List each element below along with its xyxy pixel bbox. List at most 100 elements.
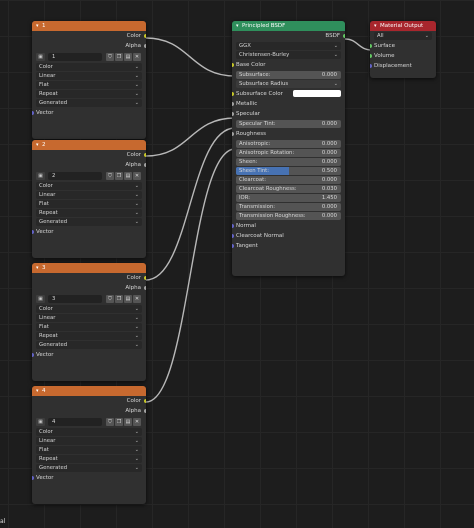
ior-field[interactable]: IOR: 1.450 <box>236 194 341 202</box>
color-swatch[interactable] <box>293 90 341 97</box>
principled-bsdf-node[interactable]: ▾ Principled BSDF BSDF GGX ⌄ Christensen-B… <box>232 21 345 276</box>
source-select[interactable]: Generated ⌄ <box>36 464 142 472</box>
anisotropic-field[interactable]: Anisotropic: 0.000 <box>236 140 341 148</box>
image-name-field[interactable]: 2 <box>48 172 102 180</box>
image-texture-node-2[interactable]: ▾ 2 Color Alpha ▣ 2 ⛉ ❐ ▤ ✕ Color ⌄ Linear… <box>32 140 146 258</box>
interpolation-select[interactable]: Linear ⌄ <box>36 191 142 199</box>
image-texture-node-1[interactable]: ▾ 1 Color Alpha ▣ 1 ⛉ ❐ ▤ ✕ Color ⌄ Linear… <box>32 21 146 139</box>
unlink-icon[interactable]: ✕ <box>133 172 141 180</box>
socket-icon[interactable] <box>32 111 34 115</box>
anisotropic-rotation-field[interactable]: Anisotropic Rotation: 0.000 <box>236 149 341 157</box>
projection-select[interactable]: Flat ⌄ <box>36 446 142 454</box>
new-image-icon[interactable]: ❐ <box>115 295 123 303</box>
socket-icon[interactable] <box>370 54 372 58</box>
open-folder-icon[interactable]: ▤ <box>124 418 132 426</box>
socket-icon[interactable] <box>370 44 372 48</box>
target-select[interactable]: All ⌄ <box>374 32 432 40</box>
color-space-select[interactable]: Color ⌄ <box>36 63 142 71</box>
extension-select[interactable]: Repeat ⌄ <box>36 90 142 98</box>
extension-select[interactable]: Repeat ⌄ <box>36 332 142 340</box>
socket-icon[interactable] <box>370 64 372 68</box>
image-name-field[interactable]: 4 <box>48 418 102 426</box>
image-selector[interactable]: ▣ 3 ⛉ ❐ ▤ ✕ <box>36 294 142 304</box>
socket-icon[interactable] <box>144 44 146 48</box>
socket-icon[interactable] <box>144 276 146 280</box>
open-folder-icon[interactable]: ▤ <box>124 53 132 61</box>
interpolation-select[interactable]: Linear ⌄ <box>36 72 142 80</box>
node-header[interactable]: ▾ 3 <box>32 263 146 273</box>
new-image-icon[interactable]: ❐ <box>115 172 123 180</box>
socket-icon[interactable] <box>232 63 234 67</box>
color-space-select[interactable]: Color ⌄ <box>36 305 142 313</box>
subsurface-field[interactable]: Subsurface: 0.000 <box>236 71 341 79</box>
clearcoat-field[interactable]: Clearcoat: 0.000 <box>236 176 341 184</box>
material-output-node[interactable]: ▾ Material Output All ⌄ Surface Volume Dis… <box>370 21 436 78</box>
source-select[interactable]: Generated ⌄ <box>36 341 142 349</box>
subsurface-radius-select[interactable]: Subsurface Radius ⌄ <box>236 80 341 88</box>
image-texture-node-3[interactable]: ▾ 3 Color Alpha ▣ 3 ⛉ ❐ ▤ ✕ Color ⌄ Linear… <box>32 263 146 381</box>
unlink-icon[interactable]: ✕ <box>133 295 141 303</box>
transmission-roughness-field[interactable]: Transmission Roughness: 0.000 <box>236 212 341 220</box>
projection-select[interactable]: Flat ⌄ <box>36 81 142 89</box>
socket-icon[interactable] <box>232 112 234 116</box>
image-browse-icon[interactable]: ▣ <box>36 53 45 61</box>
unlink-icon[interactable]: ✕ <box>133 418 141 426</box>
distribution-select[interactable]: GGX ⌄ <box>236 42 341 50</box>
socket-icon[interactable] <box>144 399 146 403</box>
subsurface-method-select[interactable]: Christensen-Burley ⌄ <box>236 51 341 59</box>
socket-icon[interactable] <box>144 153 146 157</box>
specular-tint-field[interactable]: Specular Tint: 0.000 <box>236 120 341 128</box>
sheen-field[interactable]: Sheen: 0.000 <box>236 158 341 166</box>
node-header[interactable]: ▾ 1 <box>32 21 146 31</box>
fake-user-icon[interactable]: ⛉ <box>106 53 114 61</box>
image-texture-node-4[interactable]: ▾ 4 Color Alpha ▣ 4 ⛉ ❐ ▤ ✕ Color ⌄ Linear… <box>32 386 146 504</box>
source-select[interactable]: Generated ⌄ <box>36 99 142 107</box>
open-folder-icon[interactable]: ▤ <box>124 295 132 303</box>
interpolation-select[interactable]: Linear ⌄ <box>36 437 142 445</box>
image-browse-icon[interactable]: ▣ <box>36 418 45 426</box>
socket-icon[interactable] <box>232 102 234 106</box>
color-space-select[interactable]: Color ⌄ <box>36 428 142 436</box>
socket-icon[interactable] <box>232 132 234 136</box>
fake-user-icon[interactable]: ⛉ <box>106 295 114 303</box>
new-image-icon[interactable]: ❐ <box>115 418 123 426</box>
image-name-field[interactable]: 3 <box>48 295 102 303</box>
extension-select[interactable]: Repeat ⌄ <box>36 209 142 217</box>
image-browse-icon[interactable]: ▣ <box>36 295 45 303</box>
socket-icon[interactable] <box>144 34 146 38</box>
socket-icon[interactable] <box>144 163 146 167</box>
socket-icon[interactable] <box>32 230 34 234</box>
fake-user-icon[interactable]: ⛉ <box>106 418 114 426</box>
socket-icon[interactable] <box>32 476 34 480</box>
clearcoat-roughness-field[interactable]: Clearcoat Roughness: 0.030 <box>236 185 341 193</box>
image-selector[interactable]: ▣ 4 ⛉ ❐ ▤ ✕ <box>36 417 142 427</box>
image-name-field[interactable]: 1 <box>48 53 102 61</box>
extension-select[interactable]: Repeat ⌄ <box>36 455 142 463</box>
image-selector[interactable]: ▣ 1 ⛉ ❐ ▤ ✕ <box>36 52 142 62</box>
color-space-select[interactable]: Color ⌄ <box>36 182 142 190</box>
socket-icon[interactable] <box>232 244 234 248</box>
socket-icon[interactable] <box>343 34 345 38</box>
fake-user-icon[interactable]: ⛉ <box>106 172 114 180</box>
transmission-field[interactable]: Transmission: 0.000 <box>236 203 341 211</box>
socket-icon[interactable] <box>232 224 234 228</box>
node-header[interactable]: ▾ 2 <box>32 140 146 150</box>
projection-select[interactable]: Flat ⌄ <box>36 200 142 208</box>
socket-icon[interactable] <box>232 92 234 96</box>
projection-select[interactable]: Flat ⌄ <box>36 323 142 331</box>
unlink-icon[interactable]: ✕ <box>133 53 141 61</box>
image-selector[interactable]: ▣ 2 ⛉ ❐ ▤ ✕ <box>36 171 142 181</box>
node-header[interactable]: ▾ 4 <box>32 386 146 396</box>
socket-icon[interactable] <box>32 353 34 357</box>
node-header[interactable]: ▾ Principled BSDF <box>232 21 345 31</box>
socket-icon[interactable] <box>144 409 146 413</box>
socket-icon[interactable] <box>232 234 234 238</box>
socket-icon[interactable] <box>144 286 146 290</box>
open-folder-icon[interactable]: ▤ <box>124 172 132 180</box>
interpolation-select[interactable]: Linear ⌄ <box>36 314 142 322</box>
node-header[interactable]: ▾ Material Output <box>370 21 436 31</box>
new-image-icon[interactable]: ❐ <box>115 53 123 61</box>
image-browse-icon[interactable]: ▣ <box>36 172 45 180</box>
sheen-tint-field[interactable]: Sheen Tint: 0.500 <box>236 167 341 175</box>
source-select[interactable]: Generated ⌄ <box>36 218 142 226</box>
